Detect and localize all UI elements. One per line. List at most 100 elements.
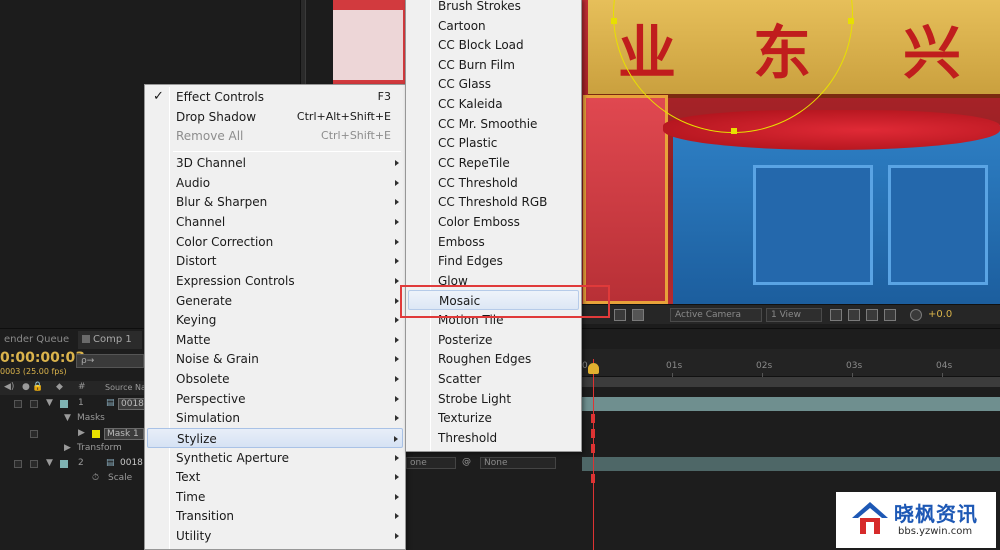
menu-item-audio[interactable]: Audio <box>147 173 403 193</box>
flowchart-icon[interactable] <box>884 309 896 321</box>
layer-name[interactable]: 0018 <box>118 398 147 410</box>
mask-1-name[interactable]: Mask 1 <box>104 428 144 440</box>
lock-icon: 🔒 <box>32 382 44 392</box>
time-ruler[interactable]: 0 01s 02s 03s 04s <box>582 349 1000 378</box>
menu-item-expression-controls[interactable]: Expression Controls <box>147 271 403 291</box>
playhead-handle[interactable] <box>588 363 599 374</box>
menu-item-simulation[interactable]: Simulation <box>147 408 403 428</box>
menu-item-time[interactable]: Time <box>147 487 403 507</box>
menu-item-color-correction[interactable]: Color Correction <box>147 232 403 252</box>
trkmat-dropdown[interactable]: one <box>406 457 456 469</box>
watermark-url: bbs.yzwin.com <box>898 526 973 537</box>
submenu-arrow-icon <box>395 356 399 362</box>
submenu-item-cc-threshold-rgb[interactable]: CC Threshold RGB <box>408 192 579 212</box>
view-layout-dropdown[interactable]: 1 View <box>766 308 822 322</box>
visibility-switch[interactable] <box>14 460 22 468</box>
layer-label-color[interactable] <box>60 460 68 468</box>
submenu-item-posterize[interactable]: Posterize <box>408 330 579 350</box>
layer-expand-arrow[interactable]: ▼ <box>46 458 53 468</box>
menu-separator <box>173 151 401 152</box>
toggle-pixel-icon[interactable] <box>830 309 842 321</box>
submenu-item-cc-plastic[interactable]: CC Plastic <box>408 133 579 153</box>
parent-pickwhip-icon[interactable]: @ <box>462 457 471 467</box>
footage-icon: ▤ <box>106 458 115 468</box>
transform-expand-arrow[interactable]: ▶ <box>64 443 71 453</box>
menu-item-effect-controls[interactable]: ✓ Effect Controls F3 <box>147 87 403 107</box>
mask-switch[interactable] <box>30 430 38 438</box>
checkerboard-icon[interactable] <box>632 309 644 321</box>
menu-item-stylize[interactable]: Stylize <box>147 428 403 448</box>
grid-icon[interactable] <box>614 309 626 321</box>
exposure-icon[interactable] <box>910 309 922 321</box>
tab-render-queue[interactable]: ender Queue <box>0 331 73 349</box>
menu-item-utility[interactable]: Utility <box>147 526 403 546</box>
stylize-submenu: Brush Strokes Cartoon CC Block Load CC B… <box>405 0 582 452</box>
menu-item-obsolete[interactable]: Obsolete <box>147 369 403 389</box>
submenu-item-brush-strokes[interactable]: Brush Strokes <box>408 0 579 16</box>
submenu-item-cc-threshold[interactable]: CC Threshold <box>408 173 579 193</box>
submenu-item-strobe-light[interactable]: Strobe Light <box>408 389 579 409</box>
timeline-icon[interactable] <box>866 309 878 321</box>
mask-handle[interactable] <box>731 128 737 134</box>
submenu-item-cc-burn-film[interactable]: CC Burn Film <box>408 55 579 75</box>
current-timecode[interactable]: 0:00:00:03 <box>0 350 85 366</box>
submenu-arrow-icon <box>395 513 399 519</box>
layer-search-input[interactable]: ρ→ <box>76 354 144 368</box>
menu-item-text[interactable]: Text <box>147 467 403 487</box>
layer-label-color[interactable] <box>60 400 68 408</box>
mask-expand-arrow[interactable]: ▶ <box>78 428 85 438</box>
menu-item-generate[interactable]: Generate <box>147 291 403 311</box>
masks-group-label[interactable]: Masks <box>77 413 105 423</box>
stopwatch-icon[interactable]: ⏱ <box>92 473 99 483</box>
submenu-item-color-emboss[interactable]: Color Emboss <box>408 212 579 232</box>
submenu-item-cc-mr-smoothie[interactable]: CC Mr. Smoothie <box>408 114 579 134</box>
submenu-item-cc-block-load[interactable]: CC Block Load <box>408 35 579 55</box>
layer-name[interactable]: 0018 <box>120 458 143 468</box>
submenu-item-cc-repetile[interactable]: CC RepeTile <box>408 153 579 173</box>
scale-property-label[interactable]: Scale <box>108 473 132 483</box>
menu-item-transition[interactable]: Transition <box>147 506 403 526</box>
menu-item-matte[interactable]: Matte <box>147 330 403 350</box>
parent-dropdown[interactable]: None <box>480 457 556 469</box>
camera-dropdown[interactable]: Active Camera <box>670 308 762 322</box>
column-source-name[interactable]: Source Na <box>105 383 146 392</box>
submenu-item-find-edges[interactable]: Find Edges <box>408 251 579 271</box>
submenu-arrow-icon <box>395 494 399 500</box>
menu-item-blur-sharpen[interactable]: Blur & Sharpen <box>147 192 403 212</box>
menu-item-perspective[interactable]: Perspective <box>147 389 403 409</box>
audio-switch[interactable] <box>30 400 38 408</box>
layer-expand-arrow[interactable]: ▼ <box>46 398 53 408</box>
mask-handle[interactable] <box>611 18 617 24</box>
submenu-item-threshold[interactable]: Threshold <box>408 428 579 448</box>
mask-color-swatch[interactable] <box>92 430 100 438</box>
submenu-item-texturize[interactable]: Texturize <box>408 408 579 428</box>
submenu-item-cc-kaleida[interactable]: CC Kaleida <box>408 94 579 114</box>
menu-item-noise-grain[interactable]: Noise & Grain <box>147 349 403 369</box>
visibility-switch[interactable] <box>14 400 22 408</box>
menu-item-synthetic-aperture[interactable]: Synthetic Aperture <box>147 448 403 468</box>
work-area-bar[interactable] <box>582 377 1000 387</box>
exposure-value[interactable]: +0.0 <box>928 309 952 320</box>
layer-1-duration-bar[interactable] <box>582 397 1000 411</box>
submenu-item-emboss[interactable]: Emboss <box>408 232 579 252</box>
menu-item-distort[interactable]: Distort <box>147 251 403 271</box>
menu-item-channel[interactable]: Channel <box>147 212 403 232</box>
layer-2-duration-bar[interactable] <box>582 457 1000 471</box>
submenu-item-roughen-edges[interactable]: Roughen Edges <box>408 349 579 369</box>
menu-item-3d-channel[interactable]: 3D Channel <box>147 153 403 173</box>
fast-preview-icon[interactable] <box>848 309 860 321</box>
mask-handle[interactable] <box>848 18 854 24</box>
submenu-arrow-icon <box>395 337 399 343</box>
playhead-line[interactable] <box>593 359 594 550</box>
submenu-item-scatter[interactable]: Scatter <box>408 369 579 389</box>
masks-expand-arrow[interactable]: ▼ <box>64 413 71 423</box>
audio-switch[interactable] <box>30 460 38 468</box>
ruler-label: 04s <box>936 361 953 371</box>
submenu-arrow-icon <box>395 199 399 205</box>
menu-item-drop-shadow[interactable]: Drop Shadow Ctrl+Alt+Shift+E <box>147 107 403 127</box>
tab-comp-1[interactable]: Comp 1 <box>78 331 142 349</box>
submenu-item-cartoon[interactable]: Cartoon <box>408 16 579 36</box>
submenu-item-cc-glass[interactable]: CC Glass <box>408 74 579 94</box>
transform-group-label[interactable]: Transform <box>77 443 122 453</box>
menu-item-keying[interactable]: Keying <box>147 310 403 330</box>
